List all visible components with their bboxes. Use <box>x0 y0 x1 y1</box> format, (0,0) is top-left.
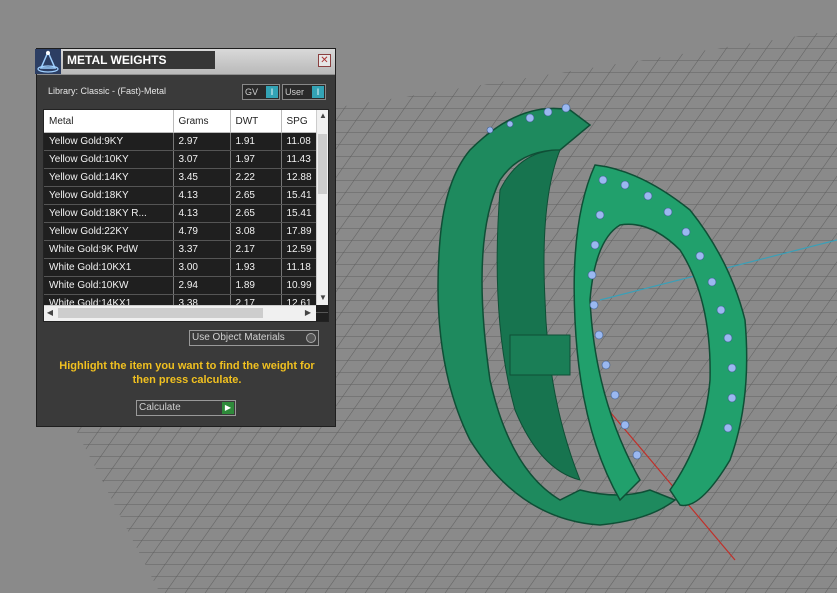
table-cell: 1.93 <box>230 258 282 277</box>
table-cell: 3.00 <box>173 258 231 277</box>
table-cell: White Gold:10KW <box>44 276 174 295</box>
scroll-thumb[interactable] <box>318 134 327 194</box>
table-cell: 2.94 <box>173 276 231 295</box>
table-cell: White Gold:10KX1 <box>44 258 174 277</box>
table-cell: 2.65 <box>230 186 282 205</box>
scroll-right-icon[interactable]: ▶ <box>302 307 314 319</box>
play-icon: ▶ <box>222 402 234 414</box>
table-cell: 3.08 <box>230 222 282 241</box>
calculate-label: Calculate <box>139 402 181 413</box>
user-toggle[interactable]: User I <box>282 84 326 100</box>
table-cell: Yellow Gold:9KY <box>44 132 174 151</box>
library-label: Library: Classic - (Fast)-Metal <box>48 86 167 96</box>
table-cell: 4.79 <box>173 222 231 241</box>
scroll-down-icon[interactable]: ▼ <box>317 292 328 304</box>
calculate-button[interactable]: Calculate ▶ <box>136 400 236 416</box>
table-body: Yellow Gold:9KY 2.97 1.91 11.08 Yellow Gold:… <box>44 132 328 321</box>
vertical-scrollbar[interactable]: ▲ ▼ <box>316 110 328 305</box>
table-row[interactable]: White Gold:10KX1 3.00 1.93 11.18 <box>44 258 328 277</box>
use-object-materials-toggle[interactable]: Use Object Materials <box>189 330 319 346</box>
user-toggle-label: User <box>285 87 305 97</box>
table-cell: 2.97 <box>173 132 231 151</box>
scroll-thumb[interactable] <box>58 308 263 318</box>
column-header[interactable]: DWT <box>230 110 282 133</box>
table-cell: 4.13 <box>173 204 231 223</box>
table-cell: 3.37 <box>173 240 231 259</box>
metal-table: Metal Grams DWT SPG Yellow Gold:9KY 2.97 1.91… <box>44 110 328 321</box>
table-cell: 1.89 <box>230 276 282 295</box>
toggle-knob-icon: I <box>312 86 324 98</box>
column-header[interactable]: Metal <box>44 110 174 133</box>
table-row[interactable]: Yellow Gold:18KY 4.13 2.65 15.41 <box>44 186 328 205</box>
table-cell: Yellow Gold:18KY R... <box>44 204 174 223</box>
table-header-row: Metal Grams DWT SPG <box>44 110 328 133</box>
table-row[interactable]: White Gold:10KW 2.94 1.89 10.99 <box>44 276 328 295</box>
table-row[interactable]: Yellow Gold:9KY 2.97 1.91 11.08 <box>44 132 328 151</box>
app-logo-icon <box>35 49 61 74</box>
table-cell: Yellow Gold:22KY <box>44 222 174 241</box>
table-cell: 2.22 <box>230 168 282 187</box>
table-cell: 3.45 <box>173 168 231 187</box>
scroll-up-icon[interactable]: ▲ <box>317 110 328 122</box>
table-row[interactable]: Yellow Gold:14KY 3.45 2.22 12.88 <box>44 168 328 187</box>
table-row[interactable]: White Gold:9K PdW 3.37 2.17 12.59 <box>44 240 328 259</box>
table-cell: Yellow Gold:14KY <box>44 168 174 187</box>
table-cell: 4.13 <box>173 186 231 205</box>
table-cell: Yellow Gold:10KY <box>44 150 174 169</box>
table-cell: 2.17 <box>230 240 282 259</box>
panel-title: METAL WEIGHTS <box>63 51 215 69</box>
table-cell: Yellow Gold:18KY <box>44 186 174 205</box>
horizontal-scrollbar[interactable]: ◀ ▶ <box>44 305 316 321</box>
table-row[interactable]: Yellow Gold:10KY 3.07 1.97 11.43 <box>44 150 328 169</box>
metal-weights-panel: METAL WEIGHTS ✕ Library: Classic - (Fast… <box>35 48 336 427</box>
metal-table-container: Metal Grams DWT SPG Yellow Gold:9KY 2.97 1.91… <box>43 109 329 322</box>
column-header[interactable]: Grams <box>173 110 231 133</box>
radio-icon <box>306 333 316 343</box>
table-cell: 1.91 <box>230 132 282 151</box>
title-bar[interactable]: METAL WEIGHTS ✕ <box>35 49 335 75</box>
table-row[interactable]: Yellow Gold:22KY 4.79 3.08 17.89 <box>44 222 328 241</box>
table-row[interactable]: Yellow Gold:18KY R... 4.13 2.65 15.41 <box>44 204 328 223</box>
table-cell: 1.97 <box>230 150 282 169</box>
gv-toggle-label: GV <box>245 87 259 97</box>
toggle-knob-icon: I <box>266 86 278 98</box>
table-cell: 3.07 <box>173 150 231 169</box>
gv-toggle[interactable]: GV I <box>242 84 280 100</box>
instruction-text: Highlight the item you want to find the … <box>59 360 315 386</box>
table-cell: 2.65 <box>230 204 282 223</box>
close-icon[interactable]: ✕ <box>318 54 331 67</box>
table-cell: White Gold:9K PdW <box>44 240 174 259</box>
scroll-left-icon[interactable]: ◀ <box>44 307 56 319</box>
use-object-materials-label: Use Object Materials <box>192 332 285 343</box>
